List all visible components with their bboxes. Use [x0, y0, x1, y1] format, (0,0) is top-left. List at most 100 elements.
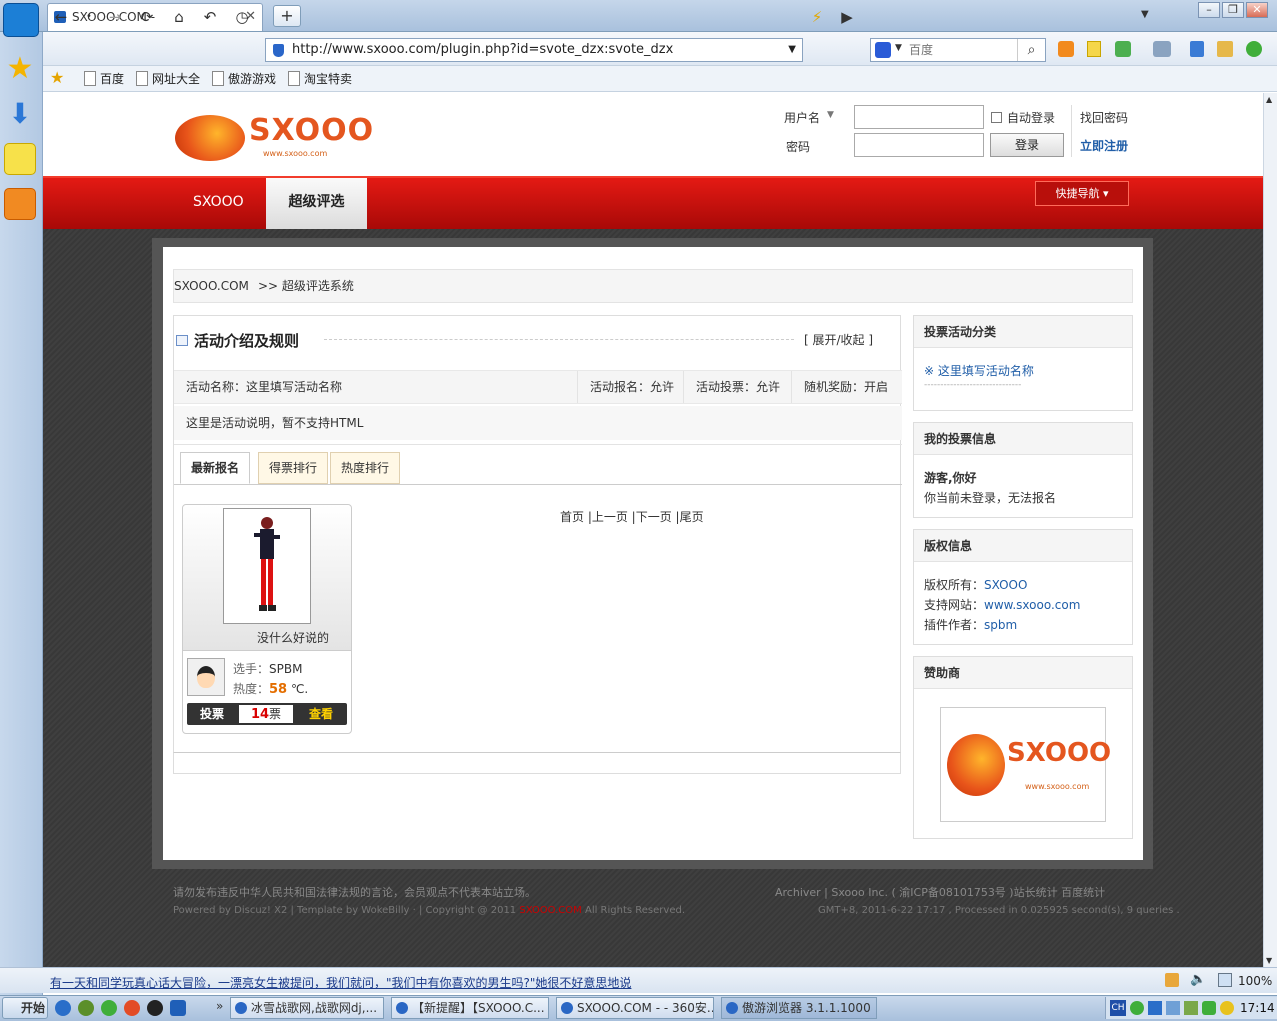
player-avatar[interactable]	[187, 658, 225, 696]
username-field[interactable]	[854, 105, 984, 129]
search-icon[interactable]: ⌕	[1017, 39, 1045, 61]
refresh-icon[interactable]: ⟳	[136, 7, 158, 27]
task-ie-bingxue[interactable]: 冰雪战歌网,战歌网dj,...	[230, 997, 384, 1019]
shield-tool-icon[interactable]	[1190, 41, 1204, 57]
vote-button[interactable]: 投票	[187, 703, 237, 725]
add-favorite-star-icon[interactable]: ★	[50, 68, 64, 87]
password-field[interactable]	[854, 133, 984, 157]
tray-yellow-icon[interactable]	[1220, 1001, 1234, 1015]
page-viewport: SXOOO www.sxooo.com 用户名 ▼ 密码 自动登录 登录 找回密…	[43, 93, 1263, 967]
favorite-taobao[interactable]: 淘宝特卖	[288, 70, 352, 87]
logo-text: SXOOO	[249, 113, 375, 148]
owner-link[interactable]: SXOOO	[984, 578, 1027, 592]
pagination[interactable]: 首页 |上一页 |下一页 |尾页	[560, 508, 704, 525]
view-button[interactable]: 查看	[295, 703, 347, 725]
back-icon[interactable]: ←	[50, 7, 72, 27]
breadcrumb-current[interactable]: >> 超级评选系统	[258, 270, 354, 302]
category-item[interactable]: ※ 这里填写活动名称	[924, 362, 1034, 379]
nav-item-sxooo[interactable]: SXOOO	[193, 194, 244, 210]
tray-shield-icon[interactable]	[1202, 1001, 1216, 1015]
tray-network-icon[interactable]	[1148, 1001, 1162, 1015]
auto-login-checkbox[interactable]	[991, 112, 1002, 123]
site-logo[interactable]: SXOOO www.sxooo.com	[173, 105, 373, 163]
vote-bar: 投票 14票 查看	[187, 703, 347, 725]
tray-app-icon[interactable]	[1184, 1001, 1198, 1015]
register-link[interactable]: 立即注册	[1080, 137, 1128, 154]
tab-heat-ranking[interactable]: 热度排行	[330, 452, 401, 484]
tab-latest-signup[interactable]: 最新报名	[180, 452, 251, 484]
heat-unit: ℃.	[290, 682, 309, 696]
close-window-button[interactable]: ✕	[1246, 2, 1268, 18]
quicklaunch-360-icon[interactable]	[101, 1000, 117, 1016]
ie-quicklaunch-icon[interactable]	[55, 1000, 71, 1016]
url-dropdown-icon[interactable]: ▼	[788, 39, 796, 61]
search-engine-dropdown-icon[interactable]: ▼	[895, 43, 902, 53]
favorite-url-directory[interactable]: 网址大全	[136, 70, 200, 87]
quicklaunch-blue-icon[interactable]	[170, 1000, 186, 1016]
breadcrumb: SXOOO.COM >> 超级评选系统	[173, 269, 1133, 303]
find-password-link[interactable]: 找回密码	[1080, 109, 1128, 126]
history-clock-icon[interactable]: ◷	[231, 7, 253, 27]
status-news-link[interactable]: 有一天和同学玩真心话大冒险，一漂亮女生被提问，我们就问，"我们中有你喜欢的男生吗…	[50, 974, 631, 991]
qq-icon[interactable]	[147, 1000, 163, 1016]
plugins-icon[interactable]	[1115, 41, 1131, 57]
volume-icon[interactable]: 🔈	[1190, 972, 1206, 987]
home-icon[interactable]: ⌂	[168, 7, 190, 27]
tray-360-icon[interactable]	[1130, 1001, 1144, 1015]
address-bar[interactable]: http://www.sxooo.com/plugin.php?id=svote…	[265, 38, 803, 62]
scroll-up-icon[interactable]: ▲	[1266, 95, 1272, 104]
zoom-level[interactable]: 100%	[1238, 974, 1272, 988]
favorite-baidu[interactable]: 百度	[84, 70, 124, 87]
zoom-icon[interactable]	[1218, 973, 1232, 987]
notification-icon[interactable]	[1165, 973, 1179, 987]
rss-feed-icon[interactable]	[1058, 41, 1074, 57]
task-ie-reminder[interactable]: 【新提醒】【SXOOO.C...	[391, 997, 549, 1019]
maxthon-logo-icon[interactable]	[3, 3, 39, 37]
minimize-button[interactable]: –	[1198, 2, 1220, 18]
speed-mode-icon[interactable]: ⚡	[806, 7, 828, 27]
start-button[interactable]: 开始	[2, 997, 48, 1019]
nav-item-super-vote[interactable]: 超级评选	[266, 178, 367, 229]
folder-icon[interactable]	[1217, 41, 1233, 57]
tab-list-icon[interactable]: ▼	[1141, 9, 1149, 20]
notepad-icon[interactable]	[1087, 41, 1101, 57]
scroll-down-icon[interactable]: ▼	[1266, 956, 1272, 965]
security-green-icon[interactable]	[1246, 41, 1262, 57]
baidu-paw-icon[interactable]	[875, 42, 891, 58]
new-tab-button[interactable]: +	[273, 5, 301, 27]
go-icon[interactable]: ▶	[836, 7, 858, 27]
history-dot-icon[interactable]: •	[78, 7, 100, 27]
quicklaunch-flash-icon[interactable]	[124, 1000, 140, 1016]
quicklaunch-2-icon[interactable]	[78, 1000, 94, 1016]
undo-close-icon[interactable]: ↶	[199, 7, 221, 27]
username-dropdown-icon[interactable]: ▼	[827, 110, 834, 120]
forward-icon[interactable]: →	[104, 7, 126, 27]
login-button[interactable]: 登录	[990, 133, 1064, 157]
restore-button[interactable]: ❐	[1222, 2, 1244, 18]
task-360-sxooo[interactable]: SXOOO.COM - - 360安...	[556, 997, 714, 1019]
entry-photo[interactable]	[223, 508, 311, 624]
search-input[interactable]	[909, 41, 1017, 59]
footer-links[interactable]: Archiver | Sxooo Inc. ( 渝ICP备08101753号 )…	[775, 884, 1105, 900]
breadcrumb-home[interactable]: SXOOO.COM	[174, 270, 249, 302]
screenshot-camera-icon[interactable]	[1153, 41, 1171, 57]
download-icon[interactable]: ⬇	[4, 98, 36, 130]
player-name[interactable]: SPBM	[269, 662, 302, 676]
favorite-maxthon-games[interactable]: 傲游游戏	[212, 70, 276, 87]
rss-icon[interactable]	[4, 188, 36, 220]
tray-monitor-icon[interactable]	[1166, 1001, 1180, 1015]
tab-vote-ranking[interactable]: 得票排行	[258, 452, 329, 484]
footer-brand-link[interactable]: SXOOO.COM	[519, 905, 581, 916]
input-method-icon[interactable]: CH	[1110, 1000, 1126, 1016]
url-text[interactable]: http://www.sxooo.com/plugin.php?id=svote…	[292, 42, 673, 57]
quick-nav-button[interactable]: 快捷导航 ▾	[1035, 181, 1129, 206]
notes-icon[interactable]	[4, 143, 36, 175]
quicklaunch-more-icon[interactable]: »	[216, 999, 223, 1013]
page-scrollbar[interactable]: ▲ ▼	[1263, 93, 1277, 967]
task-maxthon[interactable]: 傲游浏览器 3.1.1.1000	[721, 997, 877, 1019]
expand-collapse-toggle[interactable]: [ 展开/收起 ]	[804, 331, 873, 348]
sponsor-logo-image[interactable]: SXOOO www.sxooo.com	[940, 707, 1111, 822]
author-link[interactable]: spbm	[984, 618, 1017, 632]
site-link[interactable]: www.sxooo.com	[984, 598, 1080, 612]
favorites-star-icon[interactable]: ★	[4, 53, 36, 85]
